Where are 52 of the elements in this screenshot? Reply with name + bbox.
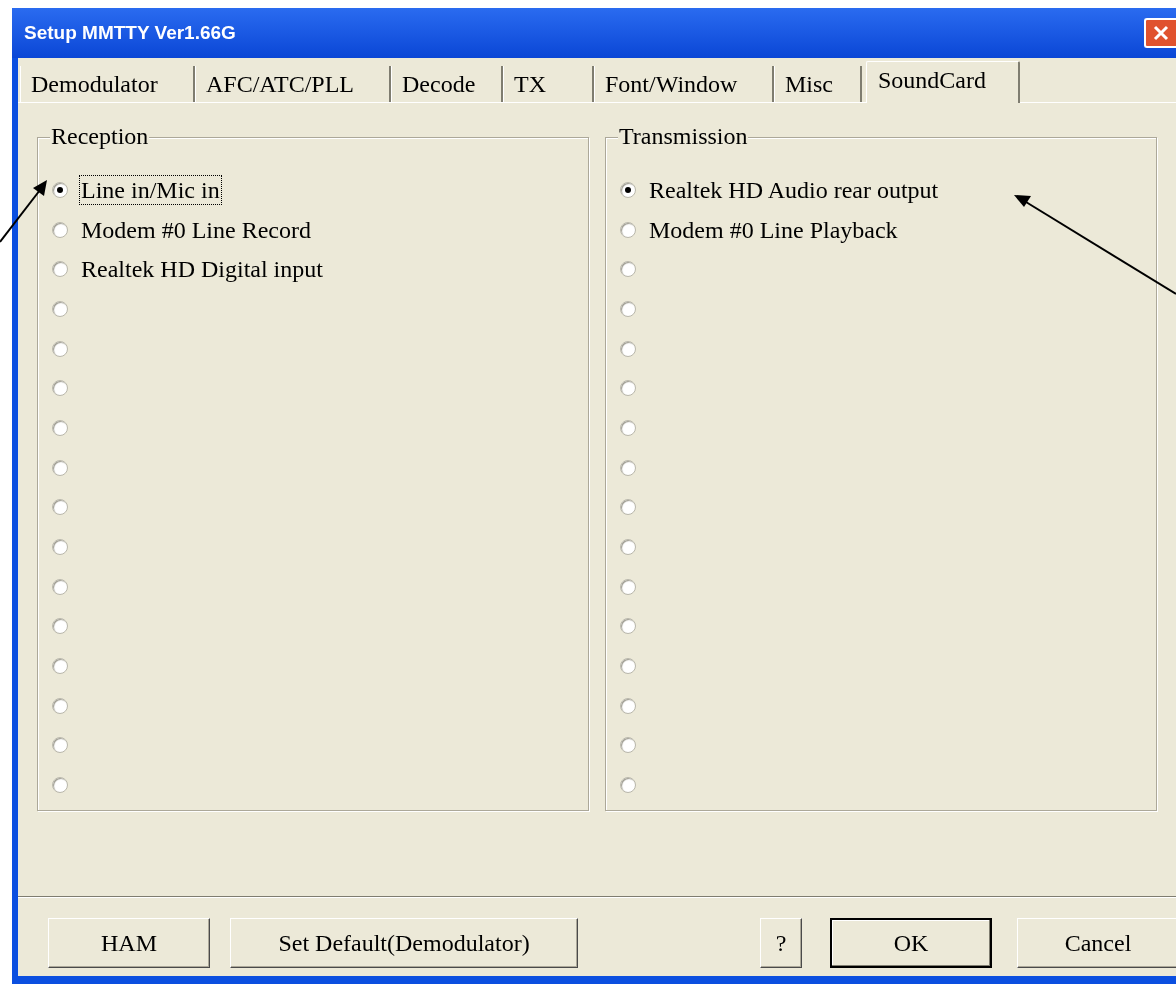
radio-button[interactable] <box>620 777 636 794</box>
radio-button[interactable] <box>52 261 68 278</box>
radio-button[interactable] <box>52 618 68 635</box>
tab[interactable]: Demodulator <box>20 66 195 102</box>
tab[interactable]: Decode <box>391 66 503 102</box>
dialog-button[interactable]: HAM <box>48 918 210 968</box>
radio-button[interactable] <box>620 578 636 595</box>
close-button[interactable] <box>1144 18 1176 48</box>
radio-button[interactable] <box>620 419 636 436</box>
radio-button[interactable] <box>620 539 636 556</box>
radio-label[interactable]: Realtek HD Digital input <box>80 255 324 284</box>
radio-button[interactable] <box>52 499 68 516</box>
radio-button[interactable] <box>52 658 68 675</box>
radio-button[interactable] <box>52 221 68 238</box>
radio-button[interactable] <box>620 697 636 714</box>
dialog-button[interactable]: ? <box>760 918 802 968</box>
radio-button[interactable] <box>620 658 636 675</box>
radio-button[interactable] <box>620 181 636 198</box>
radio-button[interactable] <box>620 261 636 278</box>
radio-button[interactable] <box>620 300 636 317</box>
dialog-button[interactable]: Cancel <box>1017 918 1176 968</box>
radio-button[interactable] <box>52 459 68 476</box>
radio-label[interactable]: Modem #0 Line Playback <box>648 215 899 244</box>
radio-button[interactable] <box>620 459 636 476</box>
dialog-button[interactable]: OK <box>830 918 992 968</box>
radio-label[interactable]: Realtek HD Audio rear output <box>648 175 940 204</box>
radio-label[interactable]: Line in/Mic in <box>80 175 221 204</box>
radio-button[interactable] <box>620 380 636 397</box>
radio-button[interactable] <box>620 340 636 357</box>
radio-button[interactable] <box>52 181 68 198</box>
radio-button[interactable] <box>52 737 68 754</box>
radio-button[interactable] <box>52 419 68 436</box>
tab[interactable]: Font/Window <box>594 66 774 102</box>
radio-button[interactable] <box>620 499 636 516</box>
tab[interactable]: AFC/ATC/PLL <box>195 66 391 102</box>
tab[interactable]: SoundCard <box>866 61 1020 103</box>
radio-button[interactable] <box>620 221 636 238</box>
radio-button[interactable] <box>620 618 636 635</box>
radio-button[interactable] <box>52 777 68 794</box>
radio-button[interactable] <box>52 539 68 556</box>
radio-button[interactable] <box>52 380 68 397</box>
radio-button[interactable] <box>52 300 68 317</box>
radio-button[interactable] <box>620 737 636 754</box>
window-title: Setup MMTTY Ver1.66G <box>24 20 236 45</box>
tab[interactable]: TX <box>503 66 594 102</box>
radio-button[interactable] <box>52 340 68 357</box>
radio-button[interactable] <box>52 697 68 714</box>
radio-button[interactable] <box>52 578 68 595</box>
tab[interactable]: Misc <box>774 66 862 102</box>
close-icon <box>1152 24 1170 42</box>
dialog-button[interactable]: Set Default(Demodulator) <box>230 918 578 968</box>
radio-label[interactable]: Modem #0 Line Record <box>80 215 312 244</box>
